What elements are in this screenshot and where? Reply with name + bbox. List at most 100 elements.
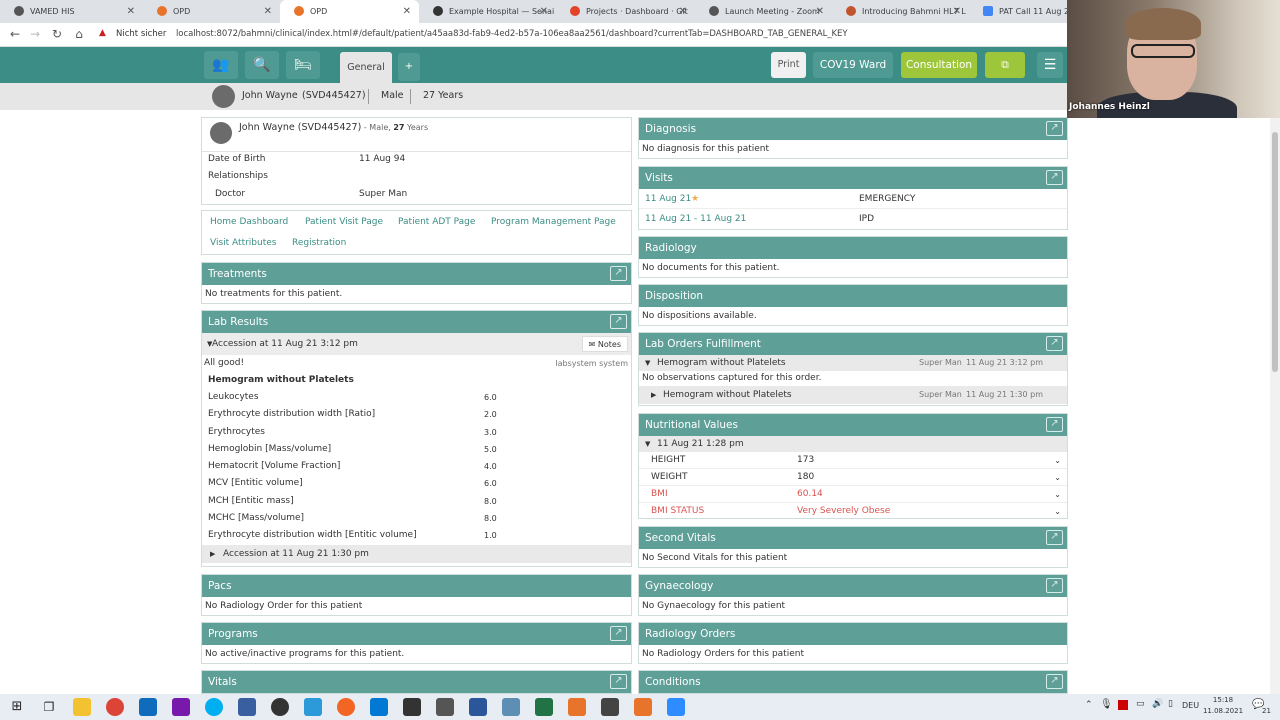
home-dashboard-link[interactable]: Home Dashboard bbox=[210, 217, 288, 227]
mattermost-icon[interactable] bbox=[568, 698, 586, 716]
patient-name: John Wayne bbox=[242, 90, 298, 101]
outlook-icon[interactable] bbox=[139, 698, 157, 716]
chrome-icon[interactable] bbox=[106, 698, 124, 716]
external-link-icon[interactable]: ↗ bbox=[610, 674, 627, 689]
patient-adt-link[interactable]: Patient ADT Page bbox=[398, 217, 475, 227]
volume-icon[interactable]: 🔊 bbox=[1152, 699, 1163, 709]
close-icon[interactable]: ✕ bbox=[127, 0, 135, 23]
postman-icon[interactable] bbox=[337, 698, 355, 716]
start-icon[interactable]: ⊞ bbox=[8, 698, 26, 716]
reload-icon[interactable]: ↻ bbox=[50, 27, 64, 41]
app-icon[interactable] bbox=[502, 698, 520, 716]
external-link-icon[interactable]: ↗ bbox=[1046, 121, 1063, 136]
chevron-down-icon[interactable]: ⌄ bbox=[1054, 452, 1061, 469]
external-link-icon[interactable]: ↗ bbox=[1046, 336, 1063, 351]
observation-row[interactable]: WEIGHT 180 ⌄ bbox=[639, 469, 1067, 486]
task-view-icon[interactable]: ❐ bbox=[40, 698, 58, 716]
close-icon[interactable]: ✕ bbox=[540, 0, 548, 23]
notes-button[interactable]: ✉ Notes bbox=[581, 336, 628, 352]
close-icon[interactable]: ✕ bbox=[403, 0, 411, 23]
chevron-down-icon[interactable]: ⌄ bbox=[1054, 486, 1061, 503]
observation-date-header[interactable]: ▼ 11 Aug 21 1:28 pm bbox=[639, 436, 1067, 452]
add-tab-button[interactable]: + bbox=[398, 53, 420, 81]
clock-time[interactable]: 15:18 bbox=[1206, 696, 1240, 704]
warning-icon[interactable]: ▲ bbox=[99, 28, 106, 38]
visit-row[interactable]: 11 Aug 21 - 11 Aug 21 IPD bbox=[639, 209, 1067, 229]
browser-tab[interactable]: VAMED HIS ✕ bbox=[0, 0, 143, 23]
external-link-icon[interactable]: ↗ bbox=[610, 314, 627, 329]
browser-tab[interactable]: OPD ✕ bbox=[143, 0, 280, 23]
external-link-icon[interactable]: ↗ bbox=[1046, 674, 1063, 689]
zoom-icon[interactable] bbox=[667, 698, 685, 716]
scrollbar-thumb[interactable] bbox=[1272, 132, 1278, 372]
accession-header[interactable]: ▼ Accession at 11 Aug 21 3:12 pm ✉ Notes bbox=[202, 333, 631, 355]
patients-icon[interactable]: 👥 bbox=[204, 51, 238, 79]
close-icon[interactable]: ✕ bbox=[816, 0, 824, 23]
print-button[interactable]: Print bbox=[771, 52, 806, 78]
network-icon[interactable]: ▭ bbox=[1136, 699, 1145, 709]
forward-icon[interactable]: → bbox=[28, 27, 42, 41]
observation-row-abnormal[interactable]: BMI 60.14 ⌄ bbox=[639, 486, 1067, 503]
excel-icon[interactable] bbox=[535, 698, 553, 716]
store-icon[interactable] bbox=[304, 698, 322, 716]
tool-icon[interactable] bbox=[436, 698, 454, 716]
skype-icon[interactable] bbox=[205, 698, 223, 716]
vpn-icon[interactable] bbox=[1118, 700, 1128, 710]
consultation-button[interactable]: Consultation bbox=[901, 52, 977, 78]
lab-order-header[interactable]: ▼ Hemogram without Platelets Super Man 11 A… bbox=[639, 355, 1067, 371]
page-scrollbar[interactable] bbox=[1270, 118, 1280, 694]
patient-visit-link[interactable]: Patient Visit Page bbox=[305, 217, 383, 227]
browser-tab[interactable]: Launch Meeting - Zoom ✕ bbox=[695, 0, 832, 23]
onenote-icon[interactable] bbox=[172, 698, 190, 716]
search-patient-icon[interactable]: 🔍 bbox=[245, 51, 279, 79]
close-icon[interactable]: ✕ bbox=[953, 0, 961, 23]
photos-icon[interactable] bbox=[601, 698, 619, 716]
home-icon[interactable]: ⌂ bbox=[72, 27, 86, 41]
lab-order-header[interactable]: ▶ Hemogram without Platelets Super Man 11 A… bbox=[639, 386, 1067, 404]
close-icon[interactable]: ✕ bbox=[264, 0, 272, 23]
external-link-icon[interactable]: ↗ bbox=[610, 626, 627, 641]
card-header: Disposition bbox=[639, 285, 1067, 307]
external-link-icon[interactable]: ↗ bbox=[1046, 417, 1063, 432]
registration-link[interactable]: Registration bbox=[292, 238, 346, 248]
browser-tab[interactable]: Projects · Dashboard · Git ✕ bbox=[556, 0, 695, 23]
chevron-up-icon[interactable]: ⌃ bbox=[1085, 700, 1093, 710]
accession-header[interactable]: ▶ Accession at 11 Aug 21 1:30 pm bbox=[202, 544, 631, 563]
bed-icon[interactable]: 🛏 bbox=[286, 51, 320, 79]
browser-tab[interactable]: Example Hospital — Senai ✕ bbox=[419, 0, 556, 23]
chevron-down-icon[interactable]: ⌄ bbox=[1054, 503, 1061, 520]
microphone-icon[interactable]: 🎙 bbox=[1100, 699, 1113, 710]
browser-tab[interactable]: PAT Call 11 Aug 2021 bbox=[969, 0, 1067, 23]
external-link-icon[interactable]: ↗ bbox=[1046, 170, 1063, 185]
visit-attributes-link[interactable]: Visit Attributes bbox=[210, 238, 276, 248]
observation-row-abnormal[interactable]: BMI STATUS Very Severely Obese ⌄ bbox=[639, 503, 1067, 520]
visit-row[interactable]: 11 Aug 21 ★ EMERGENCY bbox=[639, 189, 1067, 209]
battery-icon[interactable]: ▯ bbox=[1168, 699, 1173, 709]
github-icon[interactable] bbox=[271, 698, 289, 716]
external-link-icon[interactable]: ↗ bbox=[610, 266, 627, 281]
ward-button[interactable]: COV19 Ward bbox=[813, 52, 893, 78]
url-field[interactable]: localhost:8072/bahmni/clinical/index.htm… bbox=[176, 29, 848, 39]
back-icon[interactable]: ← bbox=[8, 27, 22, 41]
vscode-icon[interactable] bbox=[370, 698, 388, 716]
browser-tab[interactable]: Introducing Bahmni HL7 L ✕ bbox=[832, 0, 969, 23]
chevron-down-icon[interactable]: ⌄ bbox=[1054, 469, 1061, 486]
clock-date[interactable]: 11.08.2021 bbox=[1200, 707, 1246, 715]
file-explorer-icon[interactable] bbox=[73, 698, 91, 716]
word-icon[interactable] bbox=[469, 698, 487, 716]
program-management-link[interactable]: Program Management Page bbox=[491, 217, 616, 227]
tab-general[interactable]: General bbox=[340, 52, 392, 83]
browser-tab-active[interactable]: OPD ✕ bbox=[280, 0, 419, 23]
external-link-icon[interactable]: ↗ bbox=[1046, 530, 1063, 545]
observation-row[interactable]: HEIGHT 173 ⌄ bbox=[639, 452, 1067, 469]
external-link-icon[interactable]: ⧉ bbox=[985, 52, 1025, 78]
close-icon[interactable]: ✕ bbox=[679, 0, 687, 23]
external-link-icon[interactable]: ↗ bbox=[1046, 578, 1063, 593]
language-indicator[interactable]: DEU bbox=[1182, 701, 1199, 710]
mattermost-icon[interactable] bbox=[634, 698, 652, 716]
not-secure-label[interactable]: Nicht sicher bbox=[116, 29, 166, 39]
gitlab-icon bbox=[570, 6, 580, 16]
app-icon[interactable] bbox=[238, 698, 256, 716]
menu-icon[interactable]: ☰ bbox=[1037, 52, 1063, 78]
terminal-icon[interactable] bbox=[403, 698, 421, 716]
